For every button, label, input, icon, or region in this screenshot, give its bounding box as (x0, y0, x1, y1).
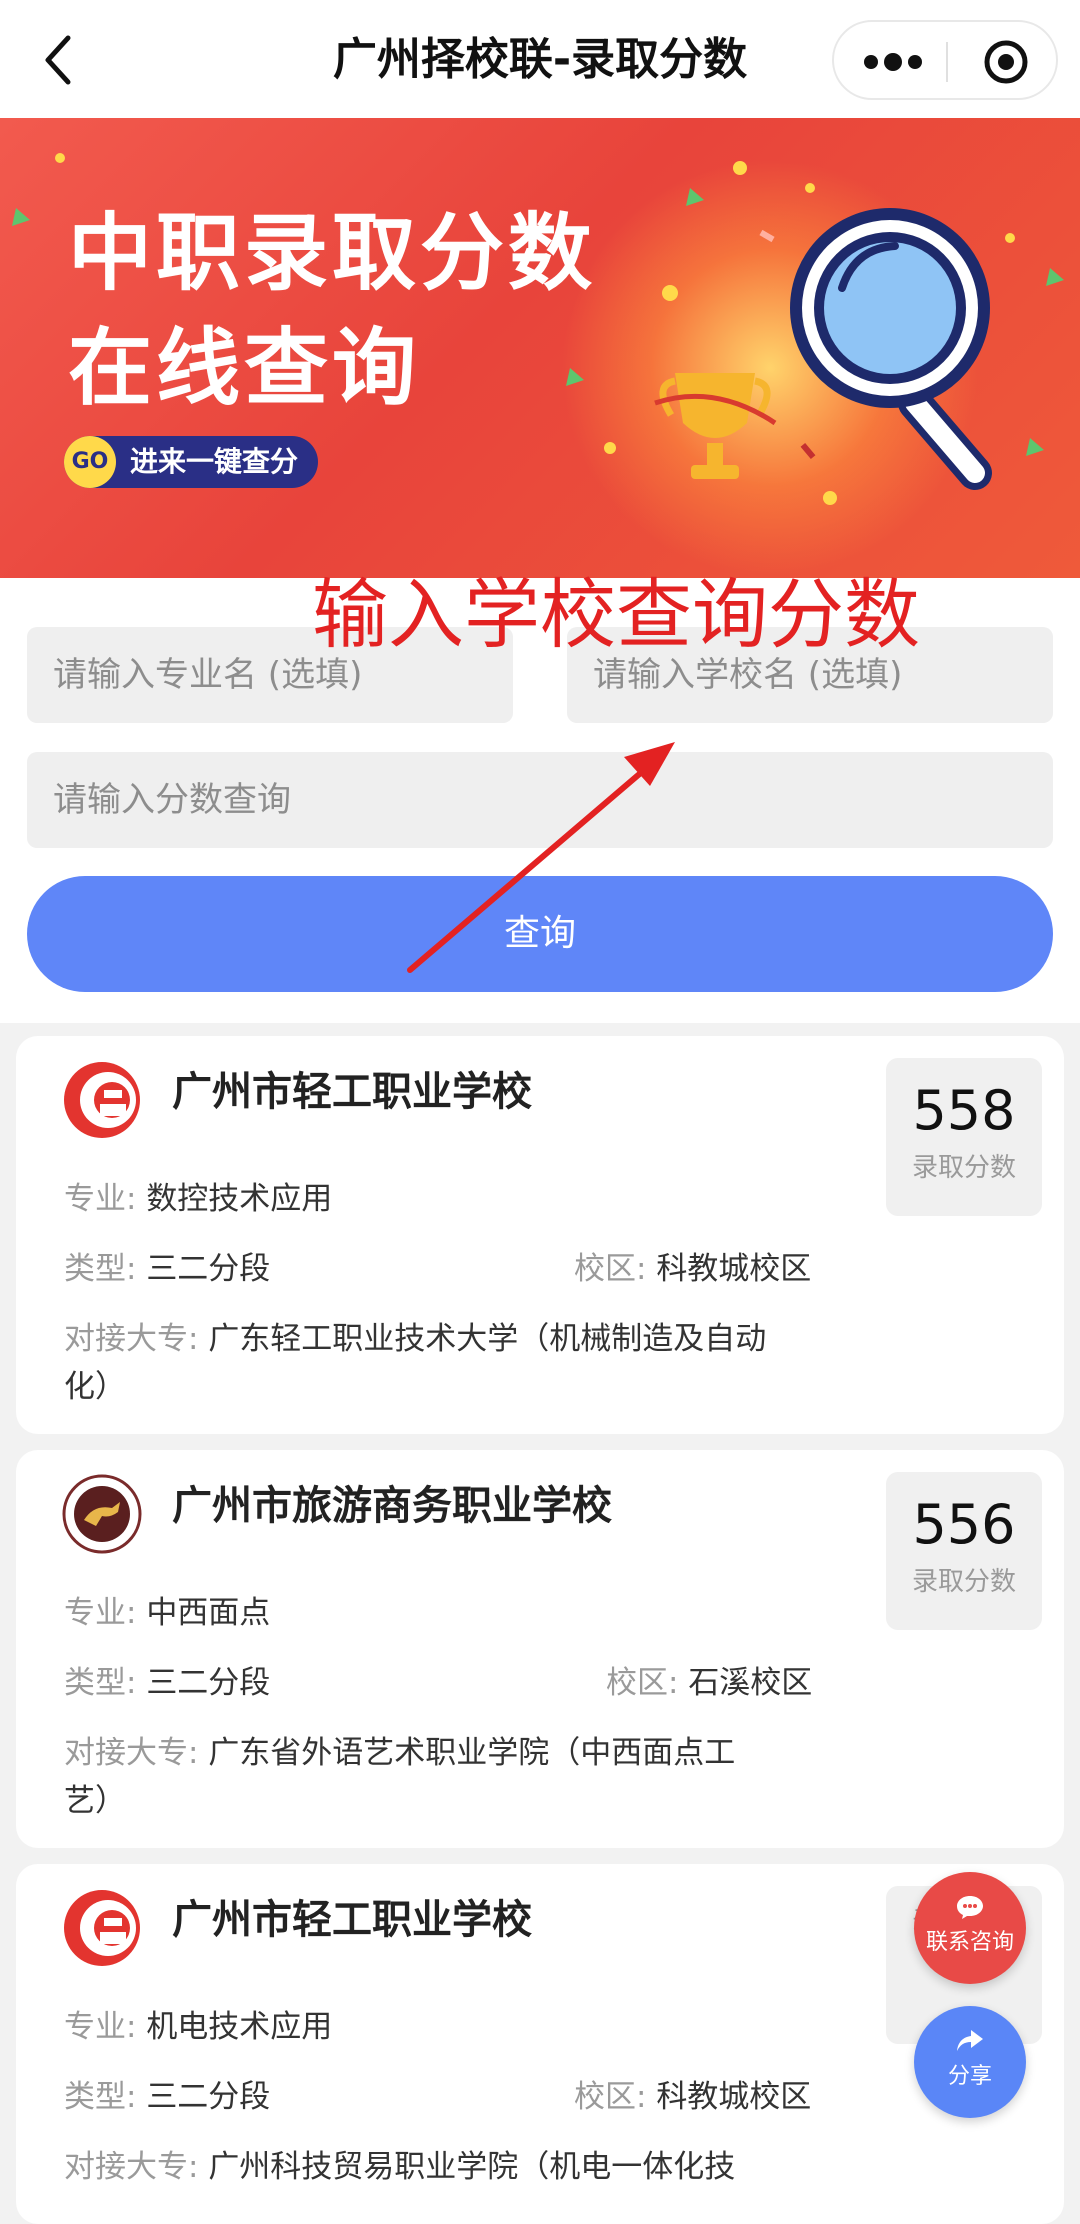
major-value: 数控技术应用 (146, 1181, 333, 1217)
type-row: 类型: 三二分段 (64, 2074, 270, 2120)
partner-key: 对接大专: (64, 1735, 199, 1771)
type-key: 类型: (64, 1251, 137, 1287)
campus-key: 校区: (606, 1665, 679, 1701)
admission-score: 558 (912, 1079, 1016, 1142)
school-logo-icon (62, 1474, 142, 1554)
type-row: 类型: 三二分段 (64, 1660, 270, 1706)
campus-value: 科教城校区 (656, 2079, 812, 2115)
partner-value: 广州科技贸易职业学院（机电一体化技 (208, 2149, 736, 2185)
campus-value: 石溪校区 (688, 1665, 813, 1701)
partner-row: 对接大专: 广州科技贸易职业学院（机电一体化技 (64, 2144, 735, 2190)
campus-key: 校区: (574, 2079, 647, 2115)
chat-bubble-icon (957, 1896, 983, 1919)
score-label: 录取分数 (911, 1567, 1016, 1597)
consult-fab[interactable]: 联系咨询 (914, 1872, 1026, 1984)
campus-row: 校区: 科教城校区 (574, 1246, 811, 1292)
result-card[interactable]: 广州市轻工职业学校 录取分数 专业: 机电技术应用 类型: 三二分段 校区: 科… (16, 1864, 1064, 2224)
partner-row-cont: 化） (64, 1369, 126, 1405)
consult-label: 联系咨询 (925, 1930, 1014, 1955)
admission-score: 556 (912, 1493, 1016, 1556)
school-name: 广州市旅游商务职业学校 (172, 1483, 612, 1529)
partner-value: 广东轻工职业技术大学（机械制造及自动 (208, 1321, 767, 1357)
score-box: 558 录取分数 (886, 1058, 1042, 1216)
partner-row: 对接大专: 广东轻工职业技术大学（机械制造及自动 (64, 1316, 766, 1362)
partner-key: 对接大专: (64, 2149, 199, 2185)
school-name: 广州市轻工职业学校 (172, 1897, 532, 1943)
result-card[interactable]: 广州市轻工职业学校 558 录取分数 专业: 数控技术应用 类型: 三二分段 校… (16, 1036, 1064, 1434)
campus-row: 校区: 科教城校区 (574, 2074, 811, 2120)
type-row: 类型: 三二分段 (64, 1246, 270, 1292)
campus-key: 校区: (574, 1251, 647, 1287)
type-value: 三二分段 (146, 2079, 271, 2115)
campus-value: 科教城校区 (656, 1251, 812, 1287)
school-logo-icon (64, 1062, 140, 1138)
type-key: 类型: (64, 1665, 137, 1701)
type-value: 三二分段 (146, 1665, 271, 1701)
major-key: 专业: (64, 1181, 137, 1217)
major-key: 专业: (64, 1595, 137, 1631)
major-value: 中西面点 (146, 1595, 271, 1631)
campus-row: 校区: 石溪校区 (606, 1660, 812, 1706)
major-key: 专业: (64, 2009, 137, 2045)
major-row: 专业: 数控技术应用 (64, 1176, 332, 1222)
major-row: 专业: 机电技术应用 (64, 2004, 332, 2050)
type-key: 类型: (64, 2079, 137, 2115)
score-box: 556 录取分数 (886, 1472, 1042, 1630)
score-label: 录取分数 (911, 1153, 1016, 1183)
partner-row: 对接大专: 广东省外语艺术职业学院（中西面点工 (64, 1730, 735, 1776)
major-row: 专业: 中西面点 (64, 1590, 270, 1636)
partner-key: 对接大专: (64, 1321, 199, 1357)
result-card[interactable]: 广州市旅游商务职业学校 556 录取分数 专业: 中西面点 类型: 三二分段 校… (16, 1450, 1064, 1848)
type-value: 三二分段 (146, 1251, 271, 1287)
share-label: 分享 (947, 2064, 992, 2089)
share-fab[interactable]: 分享 (914, 2006, 1026, 2118)
partner-row-cont: 艺） (64, 1783, 126, 1819)
share-arrow-icon (957, 2030, 983, 2051)
major-value: 机电技术应用 (146, 2009, 333, 2045)
annotation-arrow (407, 742, 675, 973)
school-name: 广州市轻工职业学校 (172, 1069, 532, 1115)
school-logo-icon (64, 1890, 140, 1966)
partner-value: 广东省外语艺术职业学院（中西面点工 (208, 1735, 736, 1771)
